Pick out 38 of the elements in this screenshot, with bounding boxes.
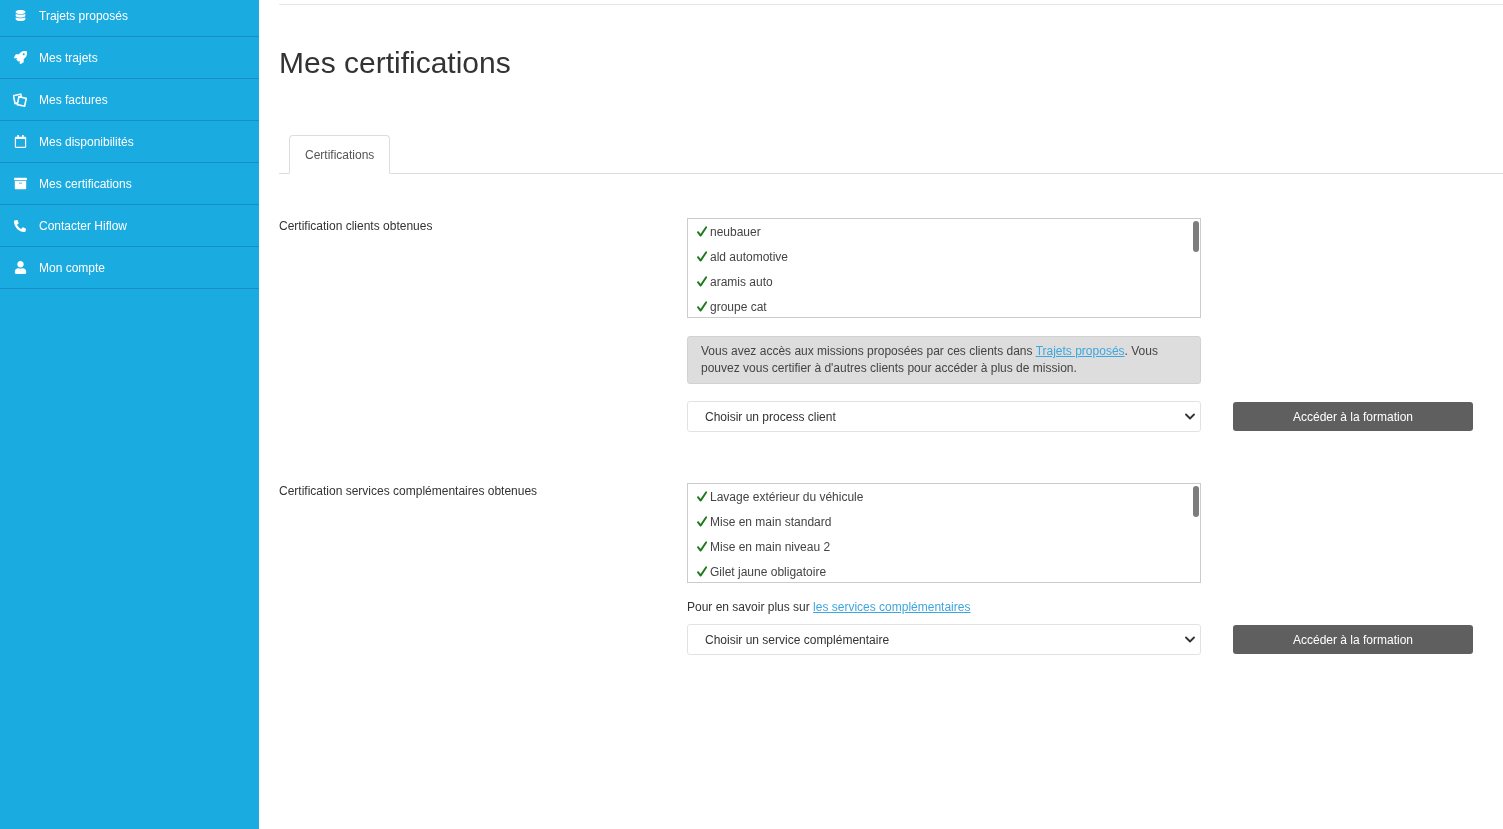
archive-box-icon [13,177,27,190]
certification-name: groupe cat [710,299,767,314]
sidebar-item[interactable]: Trajets proposés [0,0,259,37]
certification-name: Lavage extérieur du véhicule [710,489,864,504]
sidebar-item[interactable]: Mes trajets [0,37,259,79]
info-message: Vous avez accès aux missions proposées par ces clients dans Trajets proposés. Vous pouvez vous certifier à d'autres clients pour accéder à plus de mission. [687,336,1201,384]
documents-icon [13,92,27,107]
page-title: Mes certifications [279,46,512,79]
certification-name: Gilet jaune obligatoire [710,564,827,579]
sidebar-item[interactable]: Contacter Hiflow [0,205,259,247]
database-icon [14,10,26,21]
certification-name: Mise en main standard [710,514,832,529]
calendar-icon [13,135,27,148]
training-button[interactable]: Accéder à la formation [1233,402,1473,431]
tab[interactable]: Certifications [289,135,391,174]
user-icon [13,261,27,274]
link[interactable]: les services complémentaires [813,600,971,614]
certification-name: Mise en main niveau 2 [710,539,831,554]
phone-icon [14,219,26,232]
section-label: Certification clients obtenues [279,218,434,235]
sidebar-item[interactable]: Mes certifications [0,163,259,205]
section-label: Certification services complémentaires obtenues [279,483,539,500]
chevron-down-icon [1185,636,1195,643]
sidebar-item[interactable]: Mes disponibilités [0,121,259,163]
link[interactable]: Trajets proposés [1035,344,1125,358]
sidebar-item[interactable]: Mon compte [0,247,259,289]
sidebar-item[interactable]: Mes factures [0,79,259,121]
certification-name: neubauer [710,224,761,239]
rocket-icon [13,51,27,64]
certification-name: aramis auto [710,274,773,289]
training-button[interactable]: Accéder à la formation [1233,625,1473,654]
certification-name: ald automotive [710,249,789,264]
scrollbar[interactable] [1193,221,1199,252]
scrollbar[interactable] [1193,486,1199,517]
info-text: Pour en savoir plus sur les services complémentaires [687,599,971,616]
select-field[interactable]: Choisir un service complémentaire [687,624,1201,655]
chevron-down-icon [1185,413,1195,420]
select-field[interactable]: Choisir un process client [687,401,1201,432]
